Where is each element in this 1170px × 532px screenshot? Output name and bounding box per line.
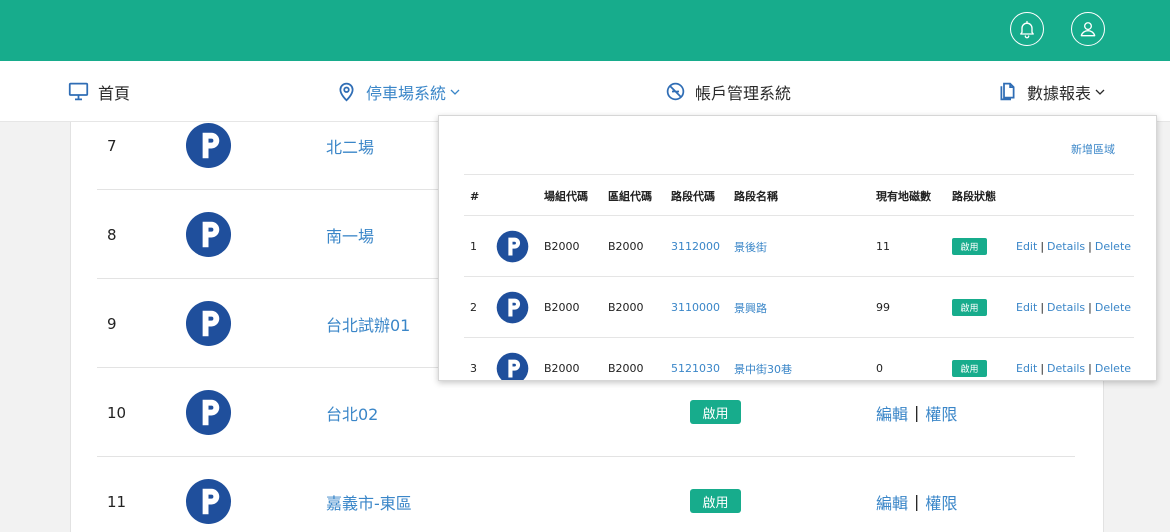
table-row: 10 台北02 啟用 編輯 | 權限 bbox=[97, 368, 1075, 457]
separator: | bbox=[1040, 362, 1045, 375]
row-number: 9 bbox=[107, 314, 117, 333]
status-badge: 啟用 bbox=[952, 360, 987, 377]
separator: | bbox=[914, 492, 920, 511]
edit-link[interactable]: Edit bbox=[1016, 362, 1037, 375]
table-row: 3 B2000 B2000 5121030 景中街30巷 0 啟用 Edit |… bbox=[464, 338, 1134, 380]
row-number: 11 bbox=[107, 492, 127, 511]
status-badge: 啟用 bbox=[690, 489, 741, 513]
row-number: 8 bbox=[107, 225, 117, 244]
col-header-road-code: 路段代碼 bbox=[671, 190, 715, 203]
road-section-panel: 新增區域 # 場組代碼 區組代碼 路段代碼 路段名稱 現有地磁數 路段狀態 1 … bbox=[438, 115, 1157, 381]
edit-link[interactable]: 編輯 bbox=[876, 490, 908, 514]
parking-lot-name[interactable]: 台北02 bbox=[326, 368, 378, 457]
parking-logo-icon bbox=[185, 122, 232, 169]
col-header-area-code: 區組代碼 bbox=[608, 190, 652, 203]
parking-logo-icon bbox=[496, 277, 529, 338]
col-header-index: # bbox=[470, 189, 480, 203]
road-code-link[interactable]: 3110000 bbox=[671, 277, 720, 338]
monitor-icon bbox=[68, 82, 89, 101]
delete-link[interactable]: Delete bbox=[1095, 240, 1131, 253]
map-pin-icon bbox=[339, 82, 354, 102]
row-actions: Edit | Details | Delete bbox=[1016, 216, 1131, 277]
add-area-link[interactable]: 新增區域 bbox=[1071, 141, 1115, 157]
status-cell: 啟用 bbox=[952, 277, 987, 338]
status-badge: 啟用 bbox=[690, 400, 741, 424]
delete-link[interactable]: Delete bbox=[1095, 362, 1131, 375]
status-cell: 啟用 bbox=[952, 216, 987, 277]
road-code-link[interactable]: 5121030 bbox=[671, 338, 720, 380]
bell-icon[interactable] bbox=[1010, 12, 1044, 46]
parking-logo-icon bbox=[185, 478, 232, 525]
status-cell: 啟用 bbox=[952, 338, 987, 380]
area-code: B2000 bbox=[608, 301, 644, 314]
group-code: B2000 bbox=[544, 362, 580, 375]
edit-link[interactable]: 編輯 bbox=[876, 401, 908, 425]
parking-lot-name[interactable]: 台北試辦01 bbox=[326, 279, 410, 368]
col-header-group-code: 場組代碼 bbox=[544, 190, 588, 203]
sensor-count: 99 bbox=[876, 301, 890, 314]
road-name-link[interactable]: 景中街30巷 bbox=[734, 338, 792, 380]
col-header-road-name: 路段名稱 bbox=[734, 190, 778, 203]
parking-lot-name[interactable]: 南一場 bbox=[326, 190, 374, 279]
separator: | bbox=[1088, 301, 1092, 314]
chevron-down-icon bbox=[450, 89, 460, 95]
row-number: 10 bbox=[107, 403, 127, 422]
sensor-count: 11 bbox=[876, 240, 890, 253]
edit-link[interactable]: Edit bbox=[1016, 240, 1037, 253]
table-row: 1 B2000 B2000 3112000 景後街 11 啟用 Edit | D… bbox=[464, 216, 1134, 277]
nav-parking-label: 停車場系統 bbox=[366, 83, 447, 103]
details-link[interactable]: Details bbox=[1047, 301, 1085, 314]
road-name-link[interactable]: 景後街 bbox=[734, 216, 767, 277]
row-number: 7 bbox=[107, 136, 117, 155]
table-header: # 場組代碼 區組代碼 路段代碼 路段名稱 現有地磁數 路段狀態 bbox=[464, 174, 1134, 216]
parking-logo-icon bbox=[185, 300, 232, 347]
sensor-count: 0 bbox=[876, 362, 883, 375]
row-index: 2 bbox=[470, 301, 477, 314]
row-actions: Edit | Details | Delete bbox=[1016, 338, 1131, 380]
chevron-down-icon bbox=[1095, 89, 1105, 95]
permissions-link[interactable]: 權限 bbox=[925, 401, 957, 425]
separator: | bbox=[1040, 240, 1045, 253]
table-row: 11 嘉義市-東區 啟用 編輯 | 權限 bbox=[97, 457, 1075, 532]
separator: | bbox=[914, 403, 920, 422]
parking-logo-icon bbox=[496, 216, 529, 277]
road-name-link[interactable]: 景興路 bbox=[734, 277, 767, 338]
row-actions: 編輯 | 權限 bbox=[876, 457, 957, 532]
separator: | bbox=[1040, 301, 1045, 314]
details-link[interactable]: Details bbox=[1047, 240, 1085, 253]
row-index: 3 bbox=[470, 362, 477, 375]
details-link[interactable]: Details bbox=[1047, 362, 1085, 375]
col-header-sensor-count: 現有地磁數 bbox=[876, 190, 931, 203]
row-actions: 編輯 | 權限 bbox=[876, 368, 957, 457]
area-code: B2000 bbox=[608, 240, 644, 253]
area-code: B2000 bbox=[608, 362, 644, 375]
nav-home-label: 首頁 bbox=[98, 83, 131, 103]
nav-account-label: 帳戶管理系統 bbox=[695, 83, 792, 103]
table-row: 2 B2000 B2000 3110000 景興路 99 啟用 Edit | D… bbox=[464, 277, 1134, 338]
parking-lot-name[interactable]: 北二場 bbox=[326, 101, 374, 190]
edit-link[interactable]: Edit bbox=[1016, 301, 1037, 314]
row-actions: Edit | Details | Delete bbox=[1016, 277, 1131, 338]
col-header-road-status: 路段狀態 bbox=[952, 190, 996, 203]
documents-icon bbox=[1000, 82, 1015, 101]
status-badge: 啟用 bbox=[952, 238, 987, 255]
status-badge: 啟用 bbox=[952, 299, 987, 316]
no-entry-icon bbox=[666, 82, 685, 101]
parking-lot-name[interactable]: 嘉義市-東區 bbox=[326, 457, 412, 532]
user-icon[interactable] bbox=[1071, 12, 1105, 46]
parking-logo-icon bbox=[185, 211, 232, 258]
parking-logo-icon bbox=[185, 389, 232, 436]
group-code: B2000 bbox=[544, 301, 580, 314]
top-header-bar bbox=[0, 0, 1170, 61]
row-index: 1 bbox=[470, 240, 477, 253]
nav-reports-label: 數據報表 bbox=[1027, 83, 1092, 103]
group-code: B2000 bbox=[544, 240, 580, 253]
permissions-link[interactable]: 權限 bbox=[925, 490, 957, 514]
separator: | bbox=[1088, 362, 1092, 375]
separator: | bbox=[1088, 240, 1092, 253]
delete-link[interactable]: Delete bbox=[1095, 301, 1131, 314]
parking-logo-icon bbox=[496, 338, 529, 380]
road-code-link[interactable]: 3112000 bbox=[671, 216, 720, 277]
